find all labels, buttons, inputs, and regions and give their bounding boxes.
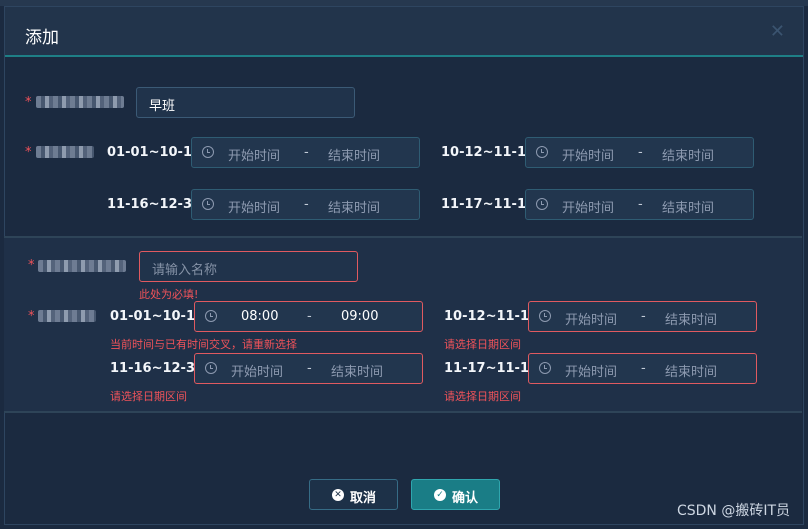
confirm-button[interactable]: ✓ 确认	[411, 479, 500, 510]
start-time: 08:00	[241, 309, 279, 324]
shift-name-input[interactable]: 请输入名称	[139, 251, 358, 282]
close-circle-icon: ✕	[332, 489, 344, 501]
confirm-label: 确认	[452, 491, 479, 506]
end-time: 结束时间	[665, 365, 718, 380]
end-time: 结束时间	[662, 149, 715, 164]
start-time: 开始时间	[565, 313, 618, 328]
time-label-pixelated	[36, 146, 94, 158]
range-separator: -	[641, 309, 646, 324]
time-error: 请选择日期区间	[444, 390, 521, 403]
time-range-picker[interactable]: 开始时间 - 结束时间	[191, 137, 420, 168]
range-separator: -	[641, 361, 646, 376]
shift-name-placeholder: 请输入名称	[152, 263, 218, 278]
clock-icon	[205, 310, 217, 322]
start-time: 开始时间	[228, 149, 281, 164]
time-range-picker[interactable]: 开始时间 - 结束时间	[525, 137, 754, 168]
end-time: 09:00	[341, 309, 379, 324]
clock-icon	[202, 198, 214, 210]
cancel-label: 取消	[350, 491, 377, 506]
range-label: 01-01~10-11	[107, 145, 202, 160]
range-label: 11-16~12-31	[110, 361, 205, 376]
end-time: 结束时间	[665, 313, 718, 328]
range-separator: -	[638, 145, 643, 160]
required-mark: *	[25, 95, 32, 110]
name-label-pixelated	[38, 260, 126, 272]
end-time: 结束时间	[331, 365, 384, 380]
end-time: 结束时间	[328, 201, 381, 216]
time-range-picker[interactable]: 开始时间 - 结束时间	[528, 301, 757, 332]
dialog-header: 添加 ✕	[5, 7, 803, 57]
name-error: 此处为必填!	[139, 288, 199, 301]
cancel-button[interactable]: ✕ 取消	[309, 479, 398, 510]
name-label-pixelated	[36, 96, 124, 108]
range-separator: -	[304, 145, 309, 160]
end-time: 结束时间	[662, 201, 715, 216]
range-label: 10-12~11-15	[441, 145, 536, 160]
end-time: 结束时间	[328, 149, 381, 164]
range-label: 01-01~10-11	[110, 309, 205, 324]
clock-icon	[202, 146, 214, 158]
shift-name-value: 早班	[149, 99, 176, 114]
time-range-picker[interactable]: 开始时间 - 结束时间	[194, 353, 423, 384]
range-label: 11-17~11-16	[444, 361, 539, 376]
range-separator: -	[307, 361, 312, 376]
range-separator: -	[638, 197, 643, 212]
range-label: 10-12~11-15	[444, 309, 539, 324]
time-range-picker[interactable]: 开始时间 - 结束时间	[528, 353, 757, 384]
time-range-picker[interactable]: 开始时间 - 结束时间	[191, 189, 420, 220]
start-time: 开始时间	[565, 365, 618, 380]
clock-icon	[539, 362, 551, 374]
start-time: 开始时间	[562, 149, 615, 164]
clock-icon	[205, 362, 217, 374]
range-label: 11-17~11-16	[441, 197, 536, 212]
start-time: 开始时间	[562, 201, 615, 216]
dialog-title: 添加	[25, 28, 59, 48]
time-range-picker[interactable]: 开始时间 - 结束时间	[525, 189, 754, 220]
range-separator: -	[304, 197, 309, 212]
time-error: 请选择日期区间	[110, 390, 187, 403]
clock-icon	[536, 146, 548, 158]
start-time: 开始时间	[231, 365, 284, 380]
range-separator: -	[307, 309, 312, 324]
start-time: 开始时间	[228, 201, 281, 216]
shift-name-input[interactable]: 早班	[136, 87, 355, 118]
check-circle-icon: ✓	[434, 489, 446, 501]
clock-icon	[539, 310, 551, 322]
required-mark: *	[25, 145, 32, 160]
time-error: 当前时间与已有时间交叉，请重新选择	[110, 338, 297, 351]
required-mark: *	[28, 309, 35, 324]
watermark: CSDN @搬砖IT员	[676, 503, 790, 519]
required-mark: *	[28, 258, 35, 273]
time-error: 请选择日期区间	[444, 338, 521, 351]
range-label: 11-16~12-31	[107, 197, 202, 212]
close-icon[interactable]: ✕	[770, 21, 785, 42]
time-label-pixelated	[38, 310, 96, 322]
time-range-picker[interactable]: 08:00 - 09:00	[194, 301, 423, 332]
clock-icon	[536, 198, 548, 210]
